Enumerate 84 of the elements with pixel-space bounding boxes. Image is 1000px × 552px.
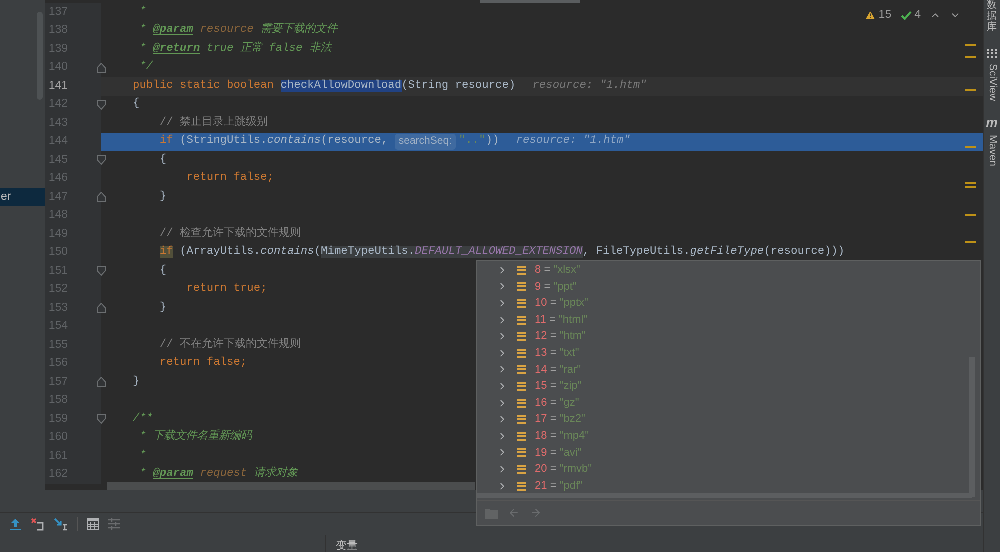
array-element[interactable]: 17 = "bz2" — [535, 411, 586, 428]
code-text: */ — [138, 60, 154, 76]
code-text: { — [133, 96, 140, 112]
table-icon[interactable] — [87, 518, 99, 530]
code-text: * 下载文件名重新编码 — [138, 429, 252, 446]
parameter-hint: searchSeq: — [394, 134, 456, 150]
array-element[interactable]: 19 = "avi" — [535, 444, 582, 462]
list-icon — [517, 282, 526, 292]
array-element[interactable]: 9 = "ppt" — [535, 278, 577, 296]
warning-icon[interactable] — [864, 10, 876, 22]
tool-window-tab[interactable]: Maven — [984, 135, 1000, 167]
list-icon — [517, 348, 526, 358]
code-text: * @param request 请求对象 — [138, 466, 298, 482]
list-icon — [517, 365, 526, 374]
list-icon — [517, 298, 526, 308]
code-text: return false; — [186, 170, 274, 186]
code-text: // 禁止目录上跳级别 — [158, 115, 268, 131]
code-text: } — [158, 300, 167, 316]
array-element[interactable]: 15 = "zip" — [535, 378, 582, 395]
array-element[interactable]: 20 = "rmvb" — [535, 461, 592, 478]
code-text: public static boolean checkAllowDownload(String resource) — [133, 78, 516, 94]
grid-icon[interactable] — [987, 49, 997, 58]
fold-icon[interactable] — [97, 377, 106, 387]
array-element[interactable]: 12 = "htm" — [535, 328, 586, 345]
code-text: * @param resource 需要下载的文件 — [138, 22, 338, 38]
array-element[interactable]: 14 = "rar" — [535, 362, 582, 378]
code-text: // 检查允许下载的文件规则 — [158, 226, 302, 242]
fold-icon[interactable] — [97, 266, 106, 276]
code-text: { — [158, 264, 167, 279]
warning-count[interactable]: 15 — [878, 7, 892, 24]
settings-list-icon[interactable] — [108, 518, 120, 530]
tool-window-tab[interactable]: 数据库 — [987, 0, 997, 33]
fold-icon[interactable] — [97, 192, 106, 202]
maven-icon[interactable]: m — [986, 117, 998, 130]
code-text: if (ArrayUtils.contains(MimeTypeUtils.DEFAULT_ALLOWED_EXTENSION, FileTypeUtils.getFileType(resource))) — [158, 244, 845, 260]
list-icon — [517, 432, 526, 441]
code-text: if (StringUtils.contains(resource, — [158, 134, 390, 150]
tool-window-tab[interactable]: SciView — [984, 64, 1000, 102]
code-text: * — [138, 448, 146, 464]
inline-value-hint: resource: "1.htm" — [532, 78, 647, 94]
code-text: } — [158, 190, 167, 205]
weak-warning-count[interactable]: 4 — [914, 7, 921, 24]
array-element[interactable]: 16 = "gz" — [535, 394, 580, 412]
fold-icon[interactable] — [97, 62, 106, 72]
list-icon — [517, 415, 526, 424]
list-icon — [517, 316, 526, 325]
code-text: { — [158, 152, 167, 168]
code-text: return false; — [158, 356, 248, 372]
code-text: return true; — [186, 282, 268, 298]
check-icon[interactable] — [900, 10, 912, 21]
horizontal-scrollbar[interactable] — [477, 493, 972, 498]
fold-icon[interactable] — [97, 414, 106, 424]
code-text: * — [138, 4, 146, 20]
code-text: "..")) — [459, 134, 500, 150]
list-icon — [517, 382, 526, 391]
list-icon — [517, 482, 526, 491]
inline-value-hint: resource: "1.htm" — [516, 134, 630, 150]
fold-icon[interactable] — [97, 100, 106, 110]
fold-icon[interactable] — [97, 155, 106, 165]
array-element[interactable]: 8 = "xlsx" — [535, 262, 580, 279]
list-icon — [517, 464, 526, 474]
array-element[interactable]: 11 = "html" — [535, 312, 588, 328]
list-icon — [517, 448, 526, 458]
step-into-icon[interactable] — [54, 518, 68, 530]
sidebar-item[interactable]: er — [0, 188, 45, 206]
code-text: } — [133, 374, 140, 390]
code-text: * @return true 正常 false 非法 — [138, 40, 332, 57]
list-icon — [517, 398, 526, 408]
bottom-tab[interactable]: 变量 — [325, 535, 364, 552]
array-element[interactable]: 21 = "pdf" — [535, 478, 583, 494]
array-element[interactable]: 10 = "pptx" — [535, 295, 588, 312]
back-icon[interactable] — [508, 507, 520, 519]
code-text: // 不在允许下载的文件规则 — [158, 336, 302, 353]
array-element[interactable]: 13 = "txt" — [535, 345, 580, 362]
code-text: /** — [133, 412, 154, 427]
array-element[interactable]: 18 = "mp4" — [535, 428, 590, 444]
list-icon — [517, 266, 526, 275]
remove-frame-icon[interactable] — [31, 518, 45, 530]
forward-icon[interactable] — [530, 507, 542, 519]
list-icon — [517, 332, 526, 342]
line-number: 141 — [48, 78, 68, 94]
fold-icon[interactable] — [97, 303, 106, 313]
upload-icon[interactable] — [9, 518, 22, 530]
horizontal-scrollbar[interactable] — [107, 482, 475, 490]
